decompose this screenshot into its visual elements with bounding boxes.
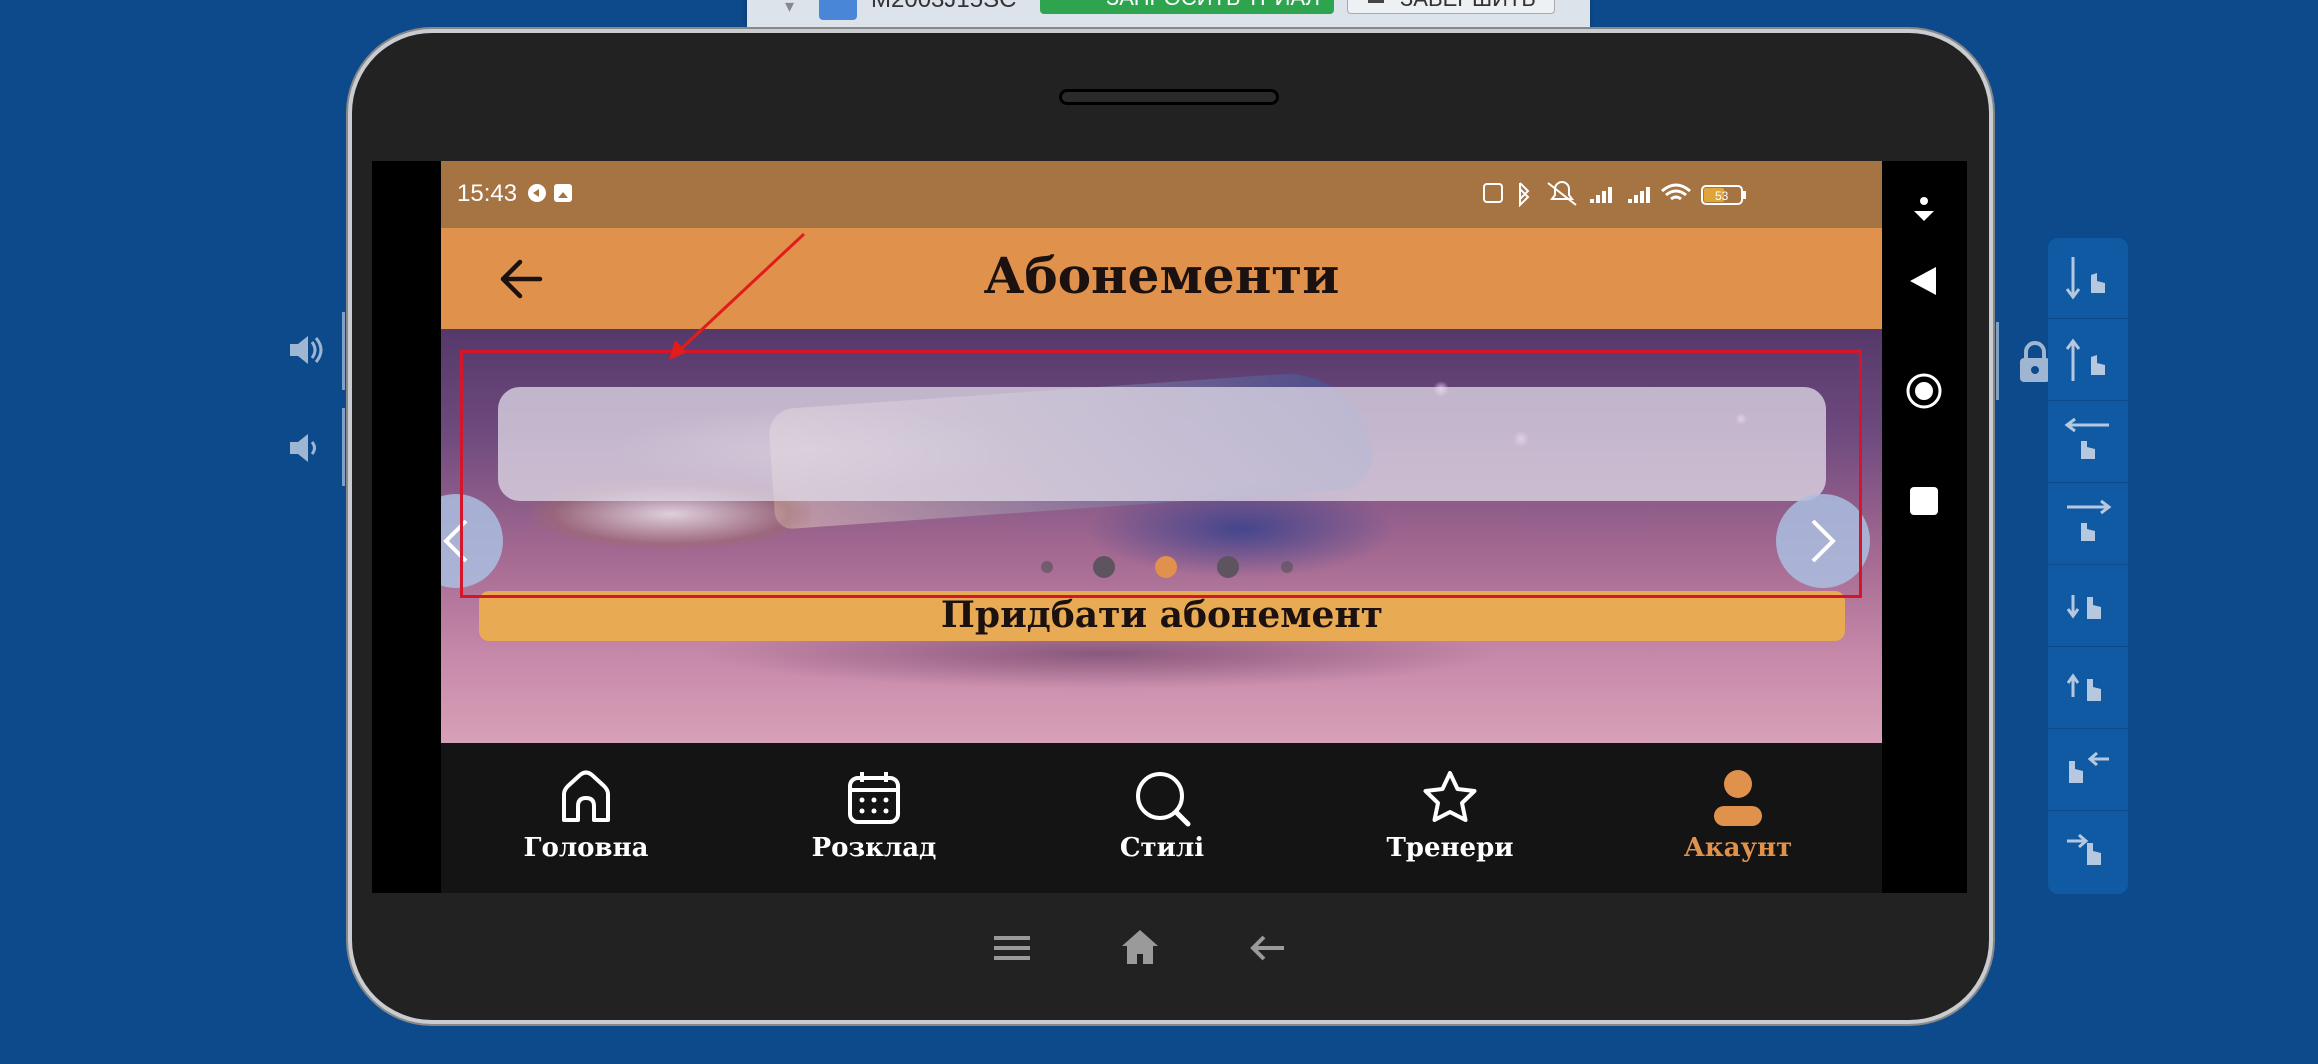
home-icon xyxy=(562,770,610,822)
swipe-down-icon xyxy=(2065,257,2105,300)
scroll-left-gesture-icon xyxy=(2069,751,2109,783)
end-session-button[interactable]: ЗАВЕРШИТЬ xyxy=(1347,0,1555,14)
calendar-icon xyxy=(848,772,900,824)
nav-label: Головна xyxy=(523,833,649,863)
nav-label: Тренери xyxy=(1386,833,1514,863)
scroll-right-button[interactable] xyxy=(2048,812,2128,892)
scroll-down-icon[interactable] xyxy=(1904,191,1944,231)
nav-label: Стилі xyxy=(1119,833,1205,863)
volume-divider xyxy=(342,408,345,486)
volume-up-icon[interactable] xyxy=(286,330,326,370)
device-name: M2003J15SC xyxy=(871,0,1016,12)
phone-speaker xyxy=(1059,89,1279,105)
home-circle-icon[interactable] xyxy=(1904,371,1944,411)
phone-frame: 15:43 53 Абонементи Придбати абонемент Г… xyxy=(352,33,1989,1020)
swipe-left-icon xyxy=(2064,417,2109,459)
nav-item-styles[interactable]: Стилі xyxy=(1062,743,1262,893)
swipe-left-button[interactable] xyxy=(2048,402,2128,483)
nav-label: Акаунт xyxy=(1683,833,1793,863)
device-icon xyxy=(819,0,857,20)
user-icon xyxy=(1714,770,1762,826)
search-icon xyxy=(1136,772,1191,827)
swipe-up-button[interactable] xyxy=(2048,320,2128,401)
nav-item-trainers[interactable]: Тренери xyxy=(1350,743,1550,893)
swipe-up-icon xyxy=(2065,338,2105,381)
swipe-down-button[interactable] xyxy=(2048,238,2128,319)
app-screen: 15:43 53 Абонементи Придбати абонемент xyxy=(441,161,1882,743)
side-divider xyxy=(1996,322,1999,400)
scroll-left-button[interactable] xyxy=(2048,730,2128,811)
scroll-up-gesture-icon xyxy=(2066,673,2101,701)
nav-item-home[interactable]: Головна xyxy=(486,743,686,893)
request-trial-button[interactable]: ЗАПРОСИТЬ ТРИАЛ xyxy=(1040,0,1334,14)
lock-icon[interactable] xyxy=(2018,340,2052,384)
nav-item-account[interactable]: Акаунт xyxy=(1638,743,1838,893)
back-key-icon[interactable] xyxy=(1248,928,1288,968)
scroll-right-gesture-icon xyxy=(2067,833,2101,865)
back-triangle-icon[interactable] xyxy=(1904,261,1944,301)
android-navigation-bar xyxy=(1882,161,1967,893)
scroll-down-gesture-icon xyxy=(2066,595,2101,619)
bottom-navigation: Головна Розклад Стилі Тренери Акаунт xyxy=(441,743,1882,893)
nav-label: Розклад xyxy=(811,833,937,863)
hardware-keys xyxy=(992,928,1292,978)
nav-item-schedule[interactable]: Розклад xyxy=(774,743,974,893)
scroll-up-button[interactable] xyxy=(2048,648,2128,729)
gesture-toolbar xyxy=(2048,238,2128,894)
scroll-down-button[interactable] xyxy=(2048,566,2128,647)
annotation-arrow xyxy=(669,232,806,360)
star-icon xyxy=(1423,771,1477,822)
home-key-icon[interactable] xyxy=(1120,928,1160,968)
swipe-right-icon xyxy=(2067,499,2112,541)
menu-icon[interactable] xyxy=(992,928,1032,968)
volume-down-icon[interactable] xyxy=(286,428,326,468)
swipe-right-button[interactable] xyxy=(2048,484,2128,565)
chevron-down-icon[interactable]: ▾ xyxy=(785,0,794,17)
volume-divider xyxy=(342,312,345,390)
recents-square-icon[interactable] xyxy=(1904,481,1944,521)
